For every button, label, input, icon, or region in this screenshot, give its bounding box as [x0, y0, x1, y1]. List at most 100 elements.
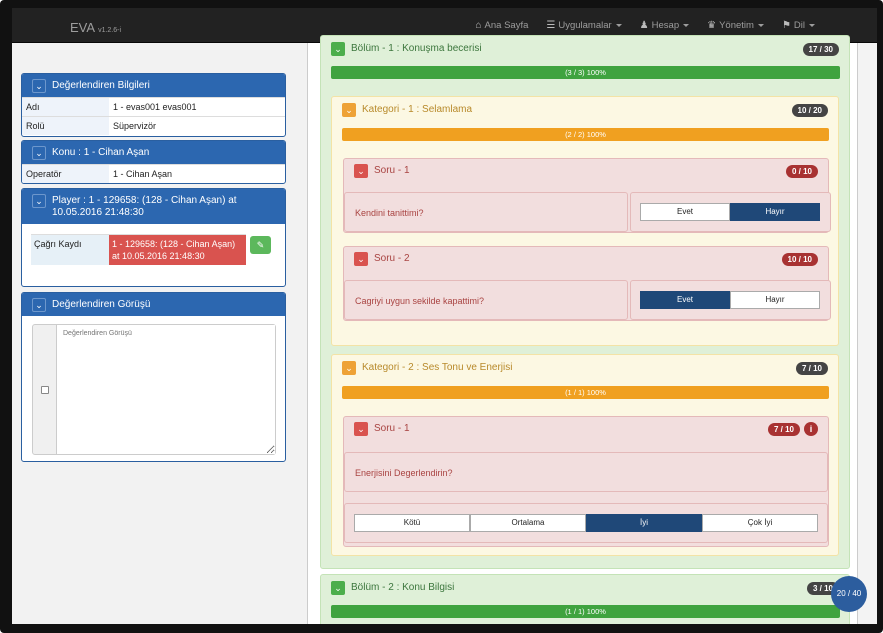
category-1-header[interactable]: ⌄ Kategori - 1 : Selamlama 10 / 20 — [332, 97, 838, 123]
category-2-progress-bar: (1 / 1) 100% — [342, 386, 829, 399]
question-3-text: Enerjisini Degerlendirin? — [344, 452, 828, 492]
question-2-options: Evet Hayır — [640, 291, 820, 309]
edit-button[interactable]: ✎ — [250, 236, 271, 254]
topic-panel-header[interactable]: ⌄ Konu : 1 - Cihan Aşan — [22, 141, 285, 164]
nav-apps-label: Uygulamalar — [558, 20, 612, 31]
opinion-textarea[interactable] — [57, 325, 275, 454]
user-icon: ♟ — [639, 20, 649, 31]
category-1: ⌄ Kategori - 1 : Selamlama 10 / 20 (2 / 2)… — [331, 96, 839, 346]
question-1-options: Evet Hayır — [640, 203, 820, 221]
row-key: Operatör — [22, 165, 109, 183]
left-sidebar: ⌄ Değerlendiren Bilgileri Adı 1 - evas001 … — [12, 43, 307, 624]
question-3: ⌄ Soru - 1 7 / 10 i Enerjisini Degerlendiri… — [343, 416, 829, 547]
category-2-header[interactable]: ⌄ Kategori - 2 : Ses Tonu ve Enerjisi 7 / … — [332, 355, 838, 381]
option-hayir[interactable]: Hayır — [730, 203, 820, 221]
question-3-title: Soru - 1 — [374, 423, 410, 434]
option-evet[interactable]: Evet — [640, 203, 730, 221]
chevron-down-icon: ⌄ — [32, 79, 46, 93]
section-1-title: Bölüm - 1 : Konuşma becerisi — [351, 43, 482, 54]
evaluator-name-row: Adı 1 - evas001 evas001 — [22, 97, 285, 116]
option-iyi[interactable]: İyi — [586, 514, 702, 532]
option-cok-iyi[interactable]: Çok İyi — [702, 514, 818, 532]
section-1-header[interactable]: ⌄ Bölüm - 1 : Konuşma becerisi 17 / 30 — [321, 36, 849, 62]
home-icon: ⌂ — [475, 20, 482, 31]
caret-down-icon — [615, 24, 622, 27]
evaluator-panel-header[interactable]: ⌄ Değerlendiren Bilgileri — [22, 74, 285, 97]
section-2: ⌄ Bölüm - 2 : Konu Bilgisi 3 / 10 (1 / 1) … — [320, 574, 850, 624]
chevron-down-icon: ⌄ — [354, 164, 368, 178]
question-1-header[interactable]: ⌄ Soru - 1 0 / 10 — [344, 159, 828, 183]
row-key: Rolü — [22, 117, 109, 135]
section-1: ⌄ Bölüm - 1 : Konuşma becerisi 17 / 30 (3 … — [320, 35, 850, 569]
opinion-checkbox[interactable] — [40, 385, 49, 394]
option-evet[interactable]: Evet — [640, 291, 730, 309]
category-1-progress-bar: (2 / 2) 100% — [342, 128, 829, 141]
call-record-value[interactable]: 1 - 129658: (128 - Cihan Aşan) at 10.05.… — [109, 235, 246, 265]
evaluator-panel-title: Değerlendiren Bilgileri — [52, 80, 150, 91]
nav-home[interactable]: ⌂ Ana Sayfa — [475, 20, 528, 31]
section-2-progress-bar: (1 / 1) 100% — [331, 605, 840, 618]
app-screen: EVA v1.2.6-i ⌂ Ana Sayfa ☰ Uygulamalar ♟ Hes… — [12, 8, 877, 624]
list-icon: ☰ — [546, 20, 556, 31]
category-1-score-badge: 10 / 20 — [791, 104, 828, 117]
section-2-header[interactable]: ⌄ Bölüm - 2 : Konu Bilgisi 3 / 10 — [321, 575, 849, 601]
row-value: Süpervizör — [113, 121, 157, 131]
player-panel-header[interactable]: ⌄ Player : 1 - 129658: (128 - Cihan Aşan)… — [22, 189, 285, 224]
version-label: v1.2.6-i — [98, 27, 122, 34]
nav-account[interactable]: ♟ Hesap — [639, 20, 690, 31]
chevron-down-icon: ⌄ — [331, 42, 345, 56]
nav-admin[interactable]: ♛ Yönetim — [707, 20, 764, 31]
caret-down-icon — [757, 24, 764, 27]
nav-language-label: Dil — [793, 20, 805, 31]
option-hayir[interactable]: Hayır — [730, 291, 820, 309]
call-record-row: Çağrı Kaydı 1 - 129658: (128 - Cihan Aşa… — [31, 234, 246, 265]
nav-language[interactable]: ⚑ Dil — [782, 20, 815, 31]
evaluator-role-row: Rolü Süpervizör — [22, 116, 285, 135]
question-2-header[interactable]: ⌄ Soru - 2 10 / 10 — [344, 247, 828, 271]
chevron-down-icon: ⌄ — [342, 361, 356, 375]
evaluator-info-panel: ⌄ Değerlendiren Bilgileri Adı 1 - evas001 … — [21, 73, 286, 137]
nav-account-label: Hesap — [651, 20, 680, 31]
brand-logo[interactable]: EVA v1.2.6-i — [70, 20, 121, 35]
question-1-title: Soru - 1 — [374, 165, 410, 176]
section-1-progress-bar: (3 / 3) 100% — [331, 66, 840, 79]
question-2-title: Soru - 2 — [374, 253, 410, 264]
chevron-down-icon: ⌄ — [354, 252, 368, 266]
opinion-checkbox-addon — [33, 325, 57, 454]
player-panel-title: Player : 1 - 129658: (128 - Cihan Aşan) … — [52, 195, 237, 218]
chevron-down-icon: ⌄ — [342, 103, 356, 117]
crown-icon: ♛ — [707, 20, 717, 31]
pencil-icon: ✎ — [256, 240, 265, 250]
section-2-title: Bölüm - 2 : Konu Bilgisi — [351, 582, 455, 593]
chevron-down-icon: ⌄ — [32, 146, 46, 160]
operator-row: Operatör 1 - Cihan Aşan — [22, 164, 285, 183]
question-3-answer-box: Kötü Ortalama İyi Çok İyi — [344, 503, 828, 543]
total-score-button[interactable]: 20 / 40 — [831, 576, 867, 612]
caret-down-icon — [683, 24, 690, 27]
question-1: ⌄ Soru - 1 0 / 10 Kendini tanittimi? Evet … — [343, 158, 831, 233]
info-icon[interactable]: i — [804, 422, 818, 436]
player-panel: ⌄ Player : 1 - 129658: (128 - Cihan Aşan)… — [21, 188, 286, 287]
question-2-text: Cagriyi uygun sekilde kapattimi? — [344, 280, 628, 320]
question-1-score-badge: 0 / 10 — [785, 165, 818, 178]
option-ortalama[interactable]: Ortalama — [470, 514, 586, 532]
option-kotu[interactable]: Kötü — [354, 514, 470, 532]
question-3-header[interactable]: ⌄ Soru - 1 7 / 10 i — [344, 417, 828, 441]
category-2: ⌄ Kategori - 2 : Ses Tonu ve Enerjisi 7 / … — [331, 354, 839, 556]
question-3-options: Kötü Ortalama İyi Çok İyi — [354, 514, 818, 532]
question-3-score-badge: 7 / 10 — [767, 423, 800, 436]
nav-apps[interactable]: ☰ Uygulamalar — [546, 20, 622, 31]
chevron-down-icon: ⌄ — [32, 298, 46, 312]
caret-down-icon — [809, 24, 815, 27]
category-2-score-badge: 7 / 10 — [795, 362, 828, 375]
evaluator-opinion-panel: ⌄ Değerlendiren Görüşü — [21, 292, 286, 462]
question-1-answer-box: Evet Hayır — [630, 192, 831, 232]
question-2-score-badge: 10 / 10 — [781, 253, 818, 266]
brand-name: EVA — [70, 20, 96, 35]
window-frame: EVA v1.2.6-i ⌂ Ana Sayfa ☰ Uygulamalar ♟ Hes… — [0, 0, 883, 633]
opinion-group — [32, 324, 276, 455]
opinion-panel-header[interactable]: ⌄ Değerlendiren Görüşü — [22, 293, 285, 316]
section-1-score-badge: 17 / 30 — [802, 43, 839, 56]
row-value: 1 - Cihan Aşan — [113, 169, 173, 179]
flag-icon: ⚑ — [781, 20, 791, 31]
